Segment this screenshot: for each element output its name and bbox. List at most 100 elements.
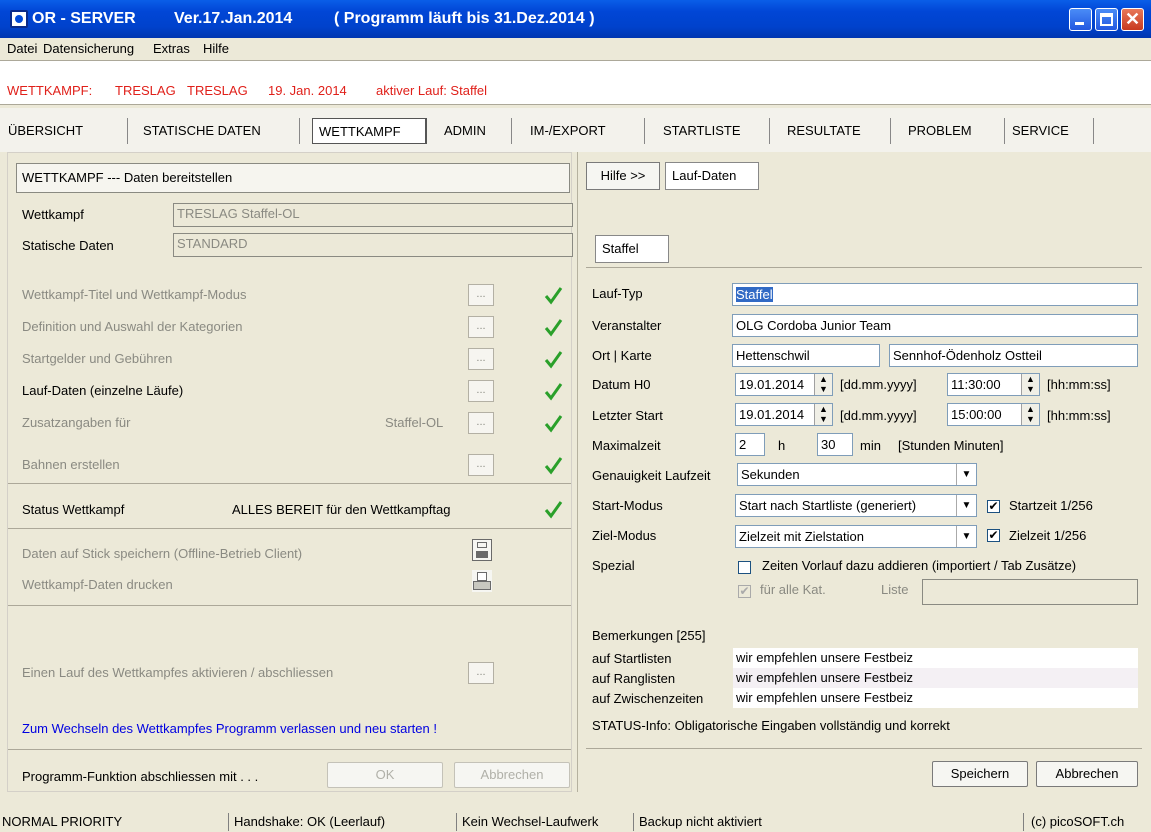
menu-datei[interactable]: Datei [7, 41, 37, 56]
hilfe-button[interactable]: Hilfe >> [586, 162, 660, 190]
divider [8, 528, 571, 529]
liste-input[interactable] [922, 579, 1138, 605]
tab-admin[interactable]: ADMIN [438, 118, 512, 144]
vorlauf-checkbox[interactable] [738, 561, 751, 574]
h0-input[interactable]: 11:30:00 ▲ ▼ [947, 373, 1040, 396]
chevron-down-icon[interactable]: ▼ [956, 526, 976, 547]
tab-service[interactable]: SERVICE [1006, 118, 1094, 144]
minimize-button[interactable] [1069, 8, 1092, 31]
start-modus-select[interactable]: Start nach Startliste (generiert) ▼ [735, 494, 977, 517]
zielzeit-checkbox[interactable]: ✔ [987, 529, 1000, 542]
ort-input[interactable]: Hettenschwil [732, 344, 880, 367]
step-kategorien-button[interactable]: ... [468, 316, 494, 338]
letzter-start-label: Letzter Start [592, 408, 663, 423]
karte-input[interactable]: Sennhof-Ödenholz Ostteil [889, 344, 1138, 367]
status-separator [228, 813, 229, 831]
status-backup: Backup nicht aktiviert [639, 814, 762, 829]
bem-zwischenzeiten-input[interactable]: wir empfehlen unsere Festbeiz [733, 688, 1138, 708]
startzeit-checkbox[interactable]: ✔ [987, 500, 1000, 513]
activate-button[interactable]: ... [468, 662, 494, 684]
status-handshake: Handshake: OK (Leerlauf) [234, 814, 386, 829]
status-copyright: (c) picoSOFT.ch [1031, 814, 1125, 829]
datum-input[interactable]: 19.01.2014 ▲ ▼ [735, 373, 833, 396]
ok-button[interactable]: OK [327, 762, 443, 788]
status-info: STATUS-Info: Obligatorische Eingaben vol… [592, 718, 950, 733]
wk-date: 19. Jan. 2014 [268, 83, 347, 98]
letzter-datum-value: 19.01.2014 [739, 407, 805, 422]
divider [8, 749, 571, 750]
window-runtime: ( Programm läuft bis 31.Dez.2014 ) [334, 10, 595, 27]
tab-wettkampf[interactable]: WETTKAMPF [312, 118, 427, 144]
lauftyp-value: Staffel [736, 287, 773, 302]
max-hours-input[interactable]: 2 [735, 433, 765, 456]
tab-startliste[interactable]: STARTLISTE [657, 118, 770, 144]
divider [586, 267, 1142, 268]
letzter-zeit-value: 15:00:00 [951, 407, 1002, 422]
datum-spinner[interactable]: ▲ ▼ [814, 374, 832, 395]
step-zusatz-button[interactable]: ... [468, 412, 494, 434]
datum-label: Datum H0 [592, 377, 651, 392]
main-tabs: ÜBERSICHT STATISCHE DATEN WETTKAMPF ADMI… [0, 108, 1151, 152]
close-button[interactable]: ✕ [1121, 8, 1144, 31]
left-cancel-button[interactable]: Abbrechen [454, 762, 570, 788]
check-icon-startgelder [544, 351, 563, 369]
printer-icon[interactable] [472, 570, 492, 592]
step-laufdaten-button[interactable]: ... [468, 380, 494, 402]
h0-value: 11:30:00 [951, 377, 1001, 392]
window-title: OR - SERVER [32, 10, 136, 27]
vorlauf-checkbox-label: Zeiten Vorlauf dazu addieren (importiert… [762, 558, 1077, 573]
wettkampf-field: TRESLAG Staffel-OL [173, 203, 573, 227]
alle-kat-checkbox[interactable]: ✔ [738, 585, 751, 598]
genauigkeit-select[interactable]: Sekunden ▼ [737, 463, 977, 486]
tab-im-export[interactable]: IM-/EXPORT [524, 118, 645, 144]
menu-bar: Datei Datensicherung Extras Hilfe [0, 38, 1151, 60]
ziel-modus-value: Zielzeit mit Zielstation [739, 529, 864, 544]
max-minutes-input[interactable]: 30 [817, 433, 853, 456]
h0-spinner[interactable]: ▲ ▼ [1021, 374, 1039, 395]
genauigkeit-label: Genauigkeit Laufzeit [592, 468, 711, 483]
maximize-icon [1100, 13, 1113, 26]
step-bahnen-button[interactable]: ... [468, 454, 494, 476]
tab-uebersicht[interactable]: ÜBERSICHT [2, 118, 128, 144]
start-modus-value: Start nach Startliste (generiert) [739, 498, 917, 513]
chevron-down-icon[interactable]: ▼ [956, 495, 976, 516]
max-hint: [Stunden Minuten] [898, 438, 1004, 453]
tab-problem[interactable]: PROBLEM [902, 118, 1005, 144]
menu-extras[interactable]: Extras [153, 41, 190, 56]
right-cancel-button[interactable]: Abbrechen [1036, 761, 1138, 787]
tab-statische-daten[interactable]: STATISCHE DATEN [137, 118, 300, 144]
save-button[interactable]: Speichern [932, 761, 1028, 787]
letzter-datum-format: [dd.mm.yyyy] [840, 408, 917, 423]
letzter-zeit-spinner[interactable]: ▲ ▼ [1021, 404, 1039, 425]
floppy-icon[interactable] [472, 539, 492, 561]
step-titel-button[interactable]: ... [468, 284, 494, 306]
bem-startlisten-input[interactable]: wir empfehlen unsere Festbeiz [733, 648, 1138, 668]
step-laufdaten-label: Lauf-Daten (einzelne Läufe) [22, 383, 184, 398]
maximize-button[interactable] [1095, 8, 1118, 31]
start-modus-label: Start-Modus [592, 498, 663, 513]
ziel-modus-select[interactable]: Zielzeit mit Zielstation ▼ [735, 525, 977, 548]
letzter-datum-input[interactable]: 19.01.2014 ▲ ▼ [735, 403, 833, 426]
restart-note: Zum Wechseln des Wettkampfes Programm ve… [22, 721, 437, 736]
chevron-down-icon[interactable]: ▼ [956, 464, 976, 485]
step-startgelder-button[interactable]: ... [468, 348, 494, 370]
menu-hilfe[interactable]: Hilfe [203, 41, 229, 56]
menu-datensicherung[interactable]: Datensicherung [43, 41, 134, 56]
veranstalter-input[interactable]: OLG Cordoba Junior Team [732, 314, 1138, 337]
alle-kat-label: für alle Kat. [760, 582, 826, 597]
minutes-unit: min [860, 438, 881, 453]
status-wettkampf-value: ALLES BEREIT für den Wettkampftag [232, 502, 451, 517]
letzter-zeit-input[interactable]: 15:00:00 ▲ ▼ [947, 403, 1040, 426]
letzter-datum-spinner[interactable]: ▲ ▼ [814, 404, 832, 425]
app-icon [10, 10, 28, 28]
left-panel: WETTKAMPF --- Daten bereitstellen Wettka… [7, 152, 573, 792]
step-zusatz-label: Zusatzangaben für [22, 415, 131, 430]
stick-label: Daten auf Stick speichern (Offline-Betri… [22, 546, 303, 561]
minimize-icon [1075, 22, 1084, 25]
tab-lauf-daten[interactable]: Lauf-Daten [665, 162, 759, 190]
maximalzeit-label: Maximalzeit [592, 438, 661, 453]
tab-staffel[interactable]: Staffel [595, 235, 669, 263]
bem-ranglisten-input[interactable]: wir empfehlen unsere Festbeiz [733, 668, 1138, 688]
lauftyp-input[interactable]: Staffel [732, 283, 1138, 306]
tab-resultate[interactable]: RESULTATE [781, 118, 891, 144]
